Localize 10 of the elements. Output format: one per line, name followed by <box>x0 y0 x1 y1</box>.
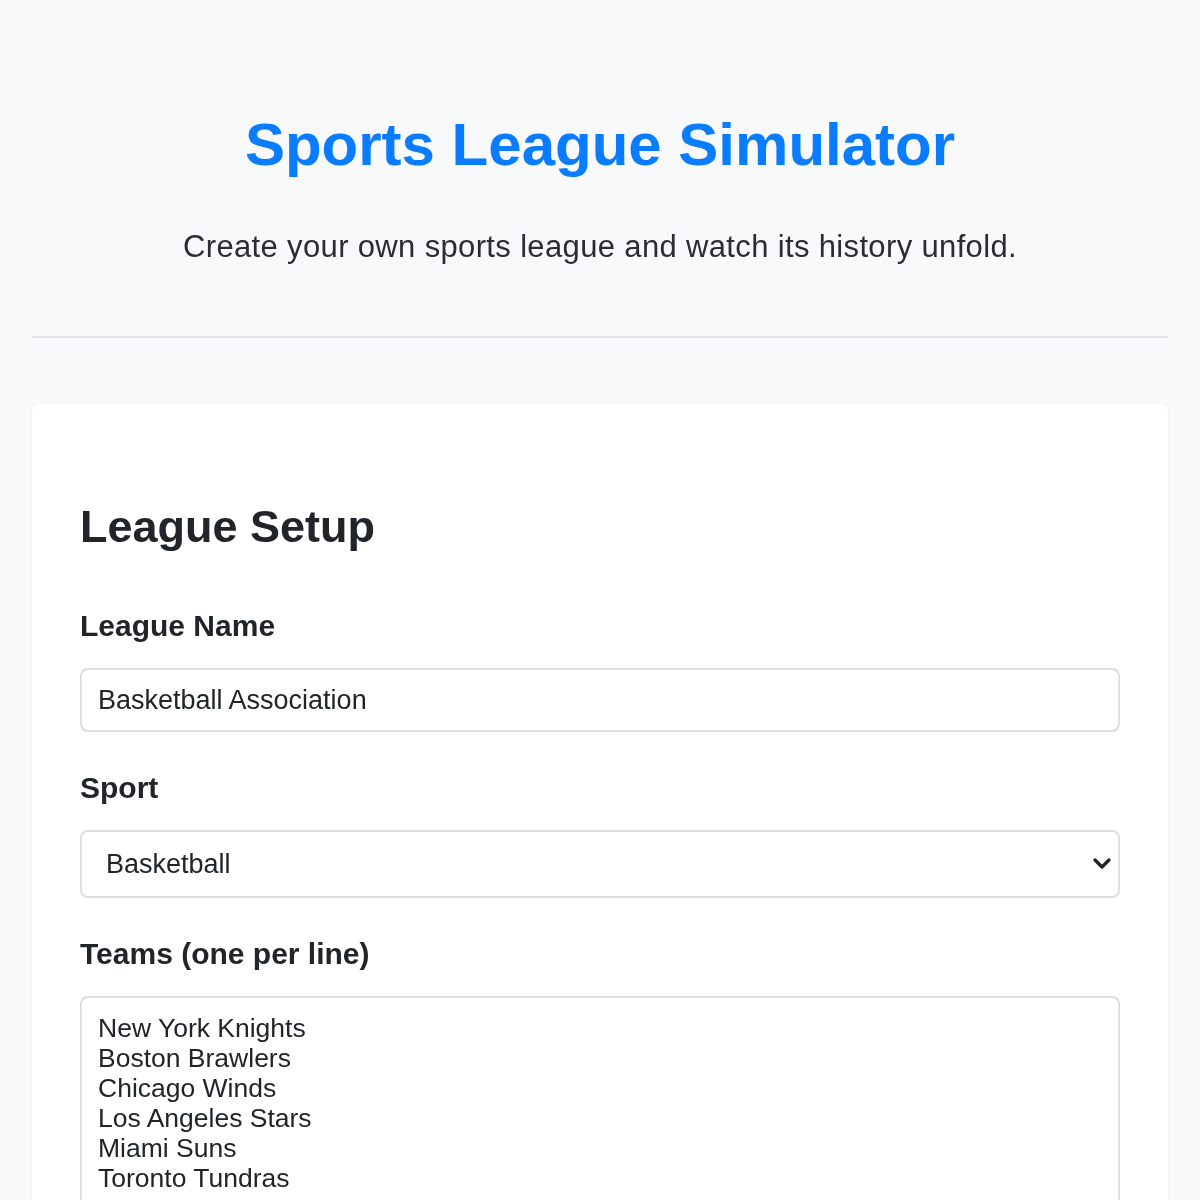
chevron-down-icon <box>1093 858 1111 870</box>
sport-select[interactable]: Basketball <box>80 830 1120 898</box>
field-label: League Name <box>80 608 276 644</box>
text-input[interactable]: Basketball Association <box>80 668 1120 732</box>
field-label: Teams (one per line) <box>80 936 370 972</box>
page-title: Sports League Simulator <box>244 110 956 180</box>
field-label: Sport <box>80 770 159 806</box>
teams-textarea[interactable]: New York Knights Boston Brawlers Chicago Winds Los Angeles Stars Miami Suns Toronto Tundras <box>80 996 1120 1200</box>
section-heading: League Setup <box>80 501 376 553</box>
page-subtitle: Create your own sports league and watch its history unfold. <box>183 228 1017 266</box>
